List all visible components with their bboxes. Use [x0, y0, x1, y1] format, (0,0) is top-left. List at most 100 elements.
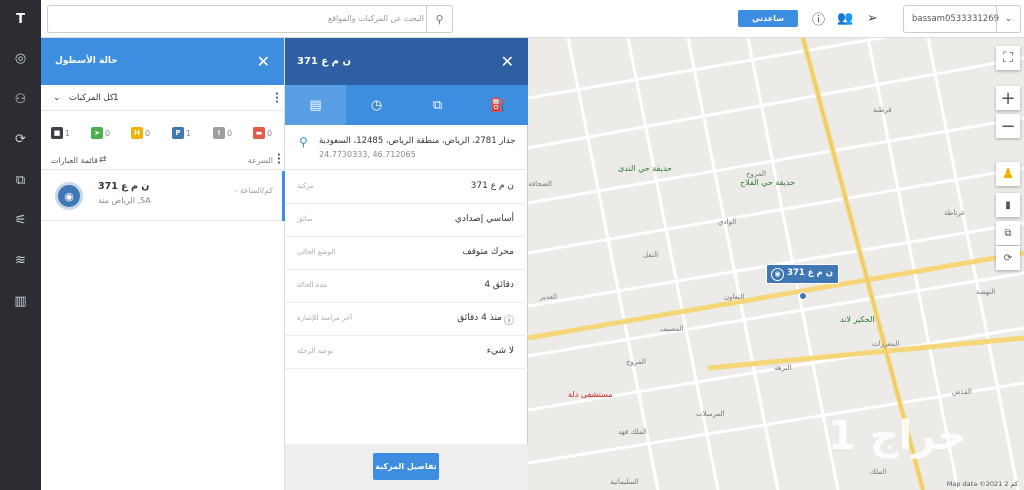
fullscreen-icon[interactable]: ⛶ — [996, 46, 1020, 70]
map-label: المروج — [746, 170, 766, 178]
logo[interactable]: T — [0, 0, 41, 38]
map-label: المرسلات — [696, 410, 725, 418]
chevron-down-icon[interactable]: ⌄ — [53, 93, 61, 103]
detail-key: الوضع الحالي — [297, 248, 336, 256]
filter-count: 1 — [186, 128, 192, 138]
map-label: الوادي — [718, 218, 737, 226]
geofence-icon[interactable]: ⧉ — [0, 168, 41, 192]
chevron-down-icon[interactable]: ⌄ — [996, 6, 1020, 32]
street-view-icon[interactable]: ♟ — [996, 162, 1020, 186]
speed-header: السرعة — [247, 156, 273, 165]
fleet-panel-header: حالة الأسطول ✕ — [41, 38, 284, 85]
refresh-icon[interactable]: ⟳ — [996, 246, 1020, 270]
filter-count: 1 — [65, 128, 71, 138]
vehicle-list-item[interactable]: ◉ ن م ع 371 الرياض منة ,SA - كم/الساعة — [41, 171, 285, 221]
search-input[interactable]: البحث عن المركبات والمواقع — [328, 6, 424, 32]
user-menu[interactable]: bassam0533331269 ⌄ — [903, 5, 1021, 33]
close-icon[interactable]: ✕ — [257, 38, 270, 85]
vehicle-location: الرياض منة ,SA — [98, 196, 151, 205]
list-header-label[interactable]: قائمة العبارات — [51, 156, 98, 165]
filter-moving[interactable]: ■ 1 — [51, 127, 70, 139]
map-label: النفل — [643, 251, 659, 259]
user-icon[interactable]: ⚇ — [0, 87, 41, 111]
layers-icon[interactable]: ≋ — [0, 248, 41, 272]
dashboard-icon[interactable]: ◎ — [0, 46, 41, 70]
map-vehicle-tag[interactable]: ◉ ن م ع 371 — [766, 264, 839, 284]
document-icon: ▤ — [309, 97, 322, 113]
map-poi[interactable]: الحكير لاند — [840, 315, 875, 324]
alert-icon: ! — [213, 127, 225, 139]
filter-navigating[interactable]: ➤ 0 — [91, 127, 110, 139]
vehicle-marker[interactable] — [799, 292, 807, 300]
map-view[interactable]: قرطبة المروج الوادي النفل التعاون المصيف… — [528, 38, 1024, 490]
users-icon[interactable]: 👥 — [837, 10, 854, 27]
detail-key: آخر مزامنة للإشارة — [297, 314, 353, 322]
more-icon[interactable]: · · · — [277, 151, 281, 169]
parked-icon: P — [172, 127, 184, 139]
help-button[interactable]: ساعدني — [738, 10, 798, 27]
filter-alert[interactable]: ! 0 — [213, 127, 232, 139]
details-tabs: ▤ ◷ ⧉ ⛽ — [285, 85, 528, 125]
vehicle-details-button[interactable]: تفاصيل المركبة — [373, 453, 439, 480]
map-label: غرناطة — [944, 209, 965, 217]
detail-key: مركبة — [297, 182, 314, 190]
map-label: المغرزات — [872, 340, 900, 348]
all-vehicles-label: كل المركبات — [69, 93, 114, 103]
username: bassam0533331269 — [912, 14, 1000, 24]
tab-info[interactable]: ▤ — [285, 85, 346, 125]
filter-count: 0 — [227, 128, 233, 138]
all-vehicles-row[interactable]: ⌄ 1 كل المركبات · · · — [41, 85, 285, 111]
close-icon[interactable]: ✕ — [501, 38, 514, 85]
filter-idle[interactable]: H0 — [131, 127, 150, 139]
sort-icon[interactable]: ⇄ — [99, 155, 107, 165]
routes-icon[interactable]: ⟳ — [0, 127, 41, 151]
idle-icon: H — [131, 127, 143, 139]
history-icon: ◷ — [370, 97, 383, 113]
map-vehicle-name: ن م ع 371 — [787, 268, 833, 278]
filter-parked[interactable]: P1 — [172, 127, 191, 139]
tab-history[interactable]: ◷ — [346, 85, 407, 125]
vehicle-list-header: قائمة العبارات ⇄ السرعة · · · — [41, 151, 285, 170]
map-poi[interactable]: حديقة حي الفلاح — [740, 178, 795, 187]
fleet-panel: حالة الأسطول ✕ ⌄ 1 كل المركبات · · · ■ 1 ➤ 0… — [41, 38, 285, 490]
reports-icon[interactable]: ▥ — [0, 289, 41, 313]
send-icon[interactable]: ➢ — [864, 10, 881, 27]
layers-icon[interactable]: ⧉ — [996, 221, 1020, 245]
zoom-in-button[interactable]: + — [996, 86, 1020, 110]
map-poi[interactable]: مستشفى دلة — [568, 390, 613, 399]
filter-stopped[interactable]: ▬ 0 — [253, 127, 272, 139]
detail-value: لا شيء — [486, 346, 514, 356]
info-icon[interactable]: ⓘ — [504, 312, 514, 327]
map-label: قرطبة — [873, 106, 892, 114]
zoom-out-button[interactable]: − — [996, 114, 1020, 138]
search-icon[interactable]: ⚲ — [426, 6, 452, 32]
status-filters: ■ 1 ➤ 0 H0 P1 ! 0 ▬ 0 — [41, 122, 285, 146]
filter-icon[interactable]: ⚟ — [0, 208, 41, 232]
map-label: الغدير — [540, 293, 557, 301]
left-rail: ◎ ⚇ ⟳ ⧉ ⚟ ≋ ▥ — [0, 38, 41, 490]
filter-count: 0 — [145, 128, 151, 138]
detail-row-driver: سائق أساسي إصدادي — [285, 204, 528, 237]
map-poi[interactable]: حديقة حي الندى — [618, 164, 672, 173]
detail-row-vehicle: مركبة ن م ع 371 — [285, 171, 528, 204]
traffic-icon[interactable]: ▮ — [996, 193, 1020, 217]
tab-geofence[interactable]: ⧉ — [407, 85, 468, 125]
search-box[interactable]: البحث عن المركبات والمواقع ⚲ — [47, 5, 453, 33]
map-label: التعاون — [724, 293, 745, 301]
address-line: جدار 2781، الرياض، منطقة الرياض، 12485، … — [319, 136, 516, 146]
stopped-icon: ▬ — [253, 127, 265, 139]
info-icon[interactable]: ⓘ — [810, 10, 827, 28]
map-attribution: Map data ©2021 2 كم — [946, 480, 1018, 488]
tab-fuel[interactable]: ⛽ — [468, 85, 529, 125]
map-label: المروج — [626, 358, 646, 366]
detail-row-duration: مدة الحالة 4 دقائق — [285, 270, 528, 303]
watermark: حراج 1 — [828, 413, 967, 459]
vehicle-details-panel: ن م ع 371 ✕ ▤ ◷ ⧉ ⛽ ⚲ جدار 2781، الرياض،… — [285, 38, 528, 490]
vehicle-icon: ◉ — [771, 268, 784, 281]
map-label: السليمانية — [610, 478, 639, 486]
detail-value: أساسي إصدادي — [454, 214, 514, 224]
detail-value: ن م ع 371 — [470, 181, 514, 191]
more-icon[interactable]: · · · — [275, 90, 279, 108]
coordinates: 24.7730333, 46.712065 — [319, 150, 416, 159]
map-label: الملك — [870, 468, 887, 476]
